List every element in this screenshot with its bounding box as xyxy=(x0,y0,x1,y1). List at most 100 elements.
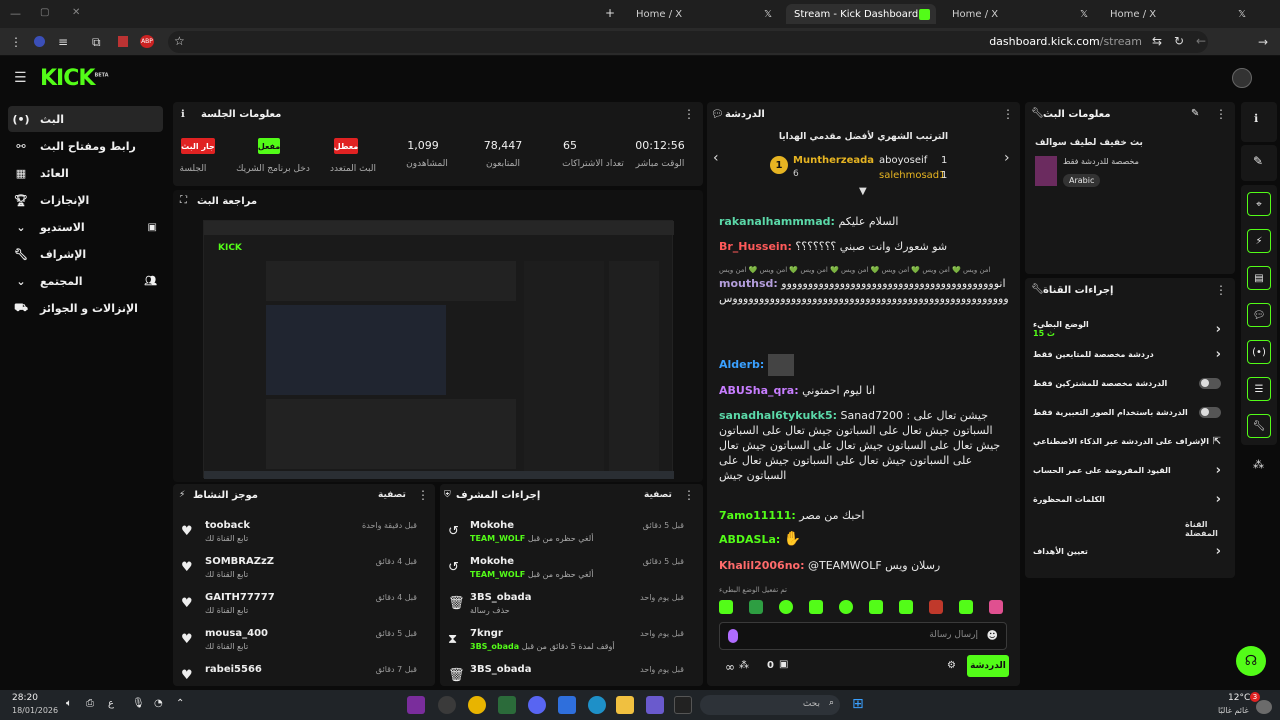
filter-button[interactable]: تصفية xyxy=(644,490,672,500)
url-bar[interactable]: ☆ dashboard.kick.com/stream ⇆ ↻ ← xyxy=(168,31,1208,53)
edge-icon[interactable] xyxy=(588,696,606,714)
tab-home-x-1[interactable]: Home / X 𝕏 xyxy=(628,4,778,24)
setting-set-goals[interactable]: تعيين الأهداف › xyxy=(1033,540,1229,562)
app-icon[interactable] xyxy=(407,696,425,714)
chat-username[interactable]: mouthsd: xyxy=(719,277,778,290)
app-icon[interactable] xyxy=(498,696,516,714)
activity-user[interactable]: SOMBRAZzZ xyxy=(205,556,274,567)
rail-screenshot-icon[interactable]: ⌖ xyxy=(1247,192,1271,216)
emote-icon[interactable] xyxy=(809,600,823,614)
emote-icon[interactable] xyxy=(869,600,883,614)
mod-action-user[interactable]: 3BS_obada xyxy=(470,592,531,603)
info-icon[interactable]: ℹ xyxy=(1254,112,1258,125)
adblock-icon[interactable]: ABP xyxy=(140,35,154,48)
weather-icon[interactable] xyxy=(1256,700,1272,714)
forward-icon[interactable]: → xyxy=(1258,35,1268,49)
volume-icon[interactable]: 🔈︎ xyxy=(66,698,72,709)
subscribers-only-toggle[interactable] xyxy=(1199,377,1221,389)
discord-icon[interactable] xyxy=(528,696,546,714)
taskbar-search[interactable]: بحث ⌕ xyxy=(700,695,840,715)
extension-icon[interactable] xyxy=(34,36,45,47)
sidebar-item-stream[interactable]: (•) البث xyxy=(8,106,163,132)
tray-overflow-icon[interactable]: ⌃ xyxy=(176,698,184,709)
sidebar-item-revenue[interactable]: ▦ العائد xyxy=(8,160,163,186)
edit-pencil-icon[interactable]: ✎ xyxy=(1253,154,1263,168)
more-options-icon[interactable]: ⋮ xyxy=(683,107,695,121)
stream-preview-video[interactable]: KICK xyxy=(203,220,674,479)
extension-icon[interactable]: ≡ xyxy=(58,35,68,49)
chat-username[interactable]: ABUSha_qra: xyxy=(719,384,799,397)
top-gifter-name[interactable]: aboyoseif xyxy=(879,155,927,166)
mod-action-user[interactable]: Mokohe xyxy=(470,556,514,567)
chat-username[interactable]: 7amo11111: xyxy=(719,509,796,522)
chat-username[interactable]: Khalil2006no: xyxy=(719,559,805,572)
emoji-icon[interactable]: ☻ xyxy=(987,629,998,642)
terminal-icon[interactable] xyxy=(674,696,692,714)
activity-user[interactable]: tooback xyxy=(205,520,250,531)
chat-username[interactable]: rakanalhammmad: xyxy=(719,215,835,228)
tab-kick-dashboard[interactable]: Stream - Kick Dashboard xyxy=(786,4,936,24)
tab-home-x-2[interactable]: Home / X 𝕏 xyxy=(944,4,1094,24)
rail-dots-icon[interactable]: ⁂ xyxy=(1253,458,1264,471)
setting-subscribers-only[interactable]: الدردشة مخصصة للمشتركين فقط xyxy=(1033,372,1229,394)
store-icon[interactable] xyxy=(558,696,576,714)
setting-slow-mode[interactable]: الوضع البطيء 15 ث › xyxy=(1033,314,1229,344)
rail-users-icon[interactable]: ☰ xyxy=(1247,377,1271,401)
network-icon[interactable]: ⎙ xyxy=(86,698,94,709)
top-gifter-name[interactable]: salehmosad1 xyxy=(879,170,946,181)
send-chat-button[interactable]: الدردشة xyxy=(967,655,1009,677)
activity-user[interactable]: rabei5566 xyxy=(205,664,262,675)
gift-icon[interactable]: ▣ xyxy=(779,659,788,670)
chat-username[interactable]: Alderb: xyxy=(719,358,764,371)
sidebar-item-stream-key[interactable]: ⚯ رابط ومفتاح البث xyxy=(8,133,163,159)
chat-username[interactable]: Br_Hussein: xyxy=(719,240,792,253)
dots-icon[interactable]: ⁂ xyxy=(739,660,749,671)
rail-bolt-icon[interactable]: ⚡︎ xyxy=(1247,229,1271,253)
more-options-icon[interactable]: ⋮ xyxy=(1002,107,1014,121)
activity-user[interactable]: GAITH77777 xyxy=(205,592,275,603)
setting-emotes-only[interactable]: الدردشة باستخدام الصور التعبيرية فقط xyxy=(1033,401,1229,423)
setting-ai-moderation[interactable]: الإشراف على الدردشة عبر الذكاء الاصطناعي… xyxy=(1033,430,1229,452)
top-gifter-name[interactable]: Muntherzeada xyxy=(793,155,874,166)
rail-doc-icon[interactable]: ▤ xyxy=(1247,266,1271,290)
emote-icon[interactable] xyxy=(749,600,763,614)
chevron-left-icon[interactable]: ‹ xyxy=(713,150,719,166)
window-control-icon[interactable]: — xyxy=(10,7,21,20)
chat-username[interactable]: ABDASLa: xyxy=(719,533,780,546)
tray-icon[interactable]: ◔ xyxy=(154,698,163,709)
mod-action-user[interactable]: 3BS_obada xyxy=(470,664,531,675)
bookmark-star-icon[interactable]: ☆ xyxy=(174,34,185,48)
reload-icon[interactable]: ↻ xyxy=(1174,34,1184,48)
window-close-icon[interactable]: ✕ xyxy=(72,7,80,18)
sidebar-item-moderation[interactable]: 🔧︎ الإشراف xyxy=(8,241,163,267)
rail-live-icon[interactable]: (•) xyxy=(1247,340,1271,364)
new-tab-icon[interactable]: + xyxy=(605,6,615,20)
chat-input[interactable]: إرسال رسالة ☻ xyxy=(719,622,1007,650)
setting-banned-words[interactable]: الكلمات المحظورة › xyxy=(1033,488,1229,510)
setting-account-age[interactable]: القيود المفروضة على عمر الحساب › xyxy=(1033,459,1229,481)
input-language[interactable]: ع xyxy=(108,698,114,709)
file-explorer-icon[interactable] xyxy=(616,696,634,714)
emote-icon[interactable] xyxy=(929,600,943,614)
support-headset-icon[interactable]: ☊ xyxy=(1236,646,1266,676)
edit-pencil-icon[interactable]: ✎ xyxy=(1191,108,1199,119)
kick-logo[interactable]: KICKBETA xyxy=(40,66,109,91)
more-options-icon[interactable]: ⋮ xyxy=(1215,283,1227,297)
rail-wrench-icon[interactable]: 🔧︎ xyxy=(1247,414,1271,438)
extension-icon[interactable]: ⧉ xyxy=(92,35,101,50)
emote-icon[interactable] xyxy=(839,600,853,614)
mod-action-user[interactable]: 7kngr xyxy=(470,628,503,639)
mod-action-user[interactable]: Mokohe xyxy=(470,520,514,531)
mod-action-by[interactable]: TEAM_WOLF xyxy=(470,570,525,579)
sidebar-item-achievements[interactable]: 🏆︎ الإنجازات xyxy=(8,187,163,213)
emote-icon[interactable] xyxy=(989,600,1003,614)
more-options-icon[interactable]: ⋮ xyxy=(683,488,695,502)
extension-icon[interactable] xyxy=(118,36,128,47)
mod-action-by[interactable]: TEAM_WOLF xyxy=(470,534,525,543)
collapse-icon[interactable]: ▼ xyxy=(859,186,867,197)
app-icon[interactable] xyxy=(646,696,664,714)
chevron-right-icon[interactable]: › xyxy=(1004,150,1010,166)
microphone-icon[interactable]: 🎙︎ xyxy=(132,698,145,709)
mod-action-by[interactable]: 3BS_obada xyxy=(470,642,519,651)
tab-home-x-3[interactable]: Home / X 𝕏 xyxy=(1102,4,1252,24)
